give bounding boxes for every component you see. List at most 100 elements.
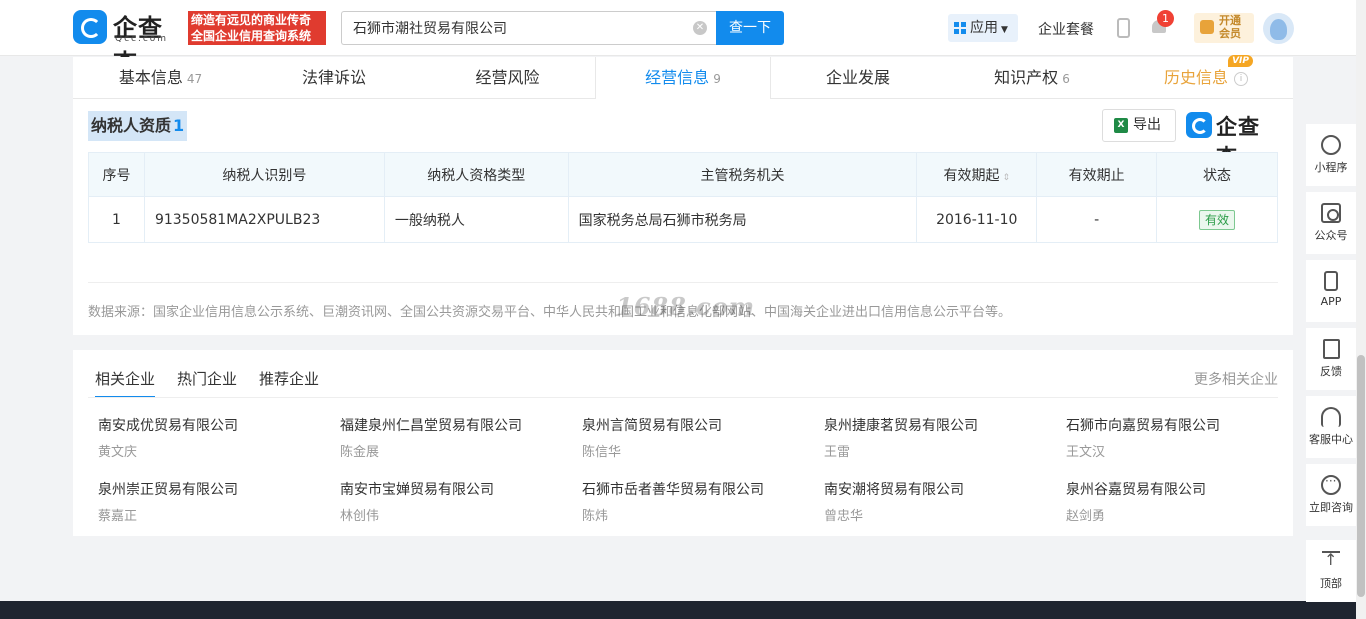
mini-program-button[interactable]: 小程序 (1306, 124, 1356, 186)
slogan-line2: 全国企业信用查询系统 (191, 29, 312, 43)
qcc-logo-icon (73, 10, 107, 44)
avatar[interactable] (1263, 13, 1294, 44)
tab-history[interactable]: VIP 历史信息 i (1119, 55, 1293, 99)
feedback-button[interactable]: 反馈 (1306, 328, 1356, 390)
cell-type: 一般纳税人 (383, 196, 569, 243)
tab-related[interactable]: 相关企业 (95, 368, 156, 398)
qcc-logo[interactable]: 企查查 Qcc.com (73, 10, 185, 77)
col-header: 纳税人识别号 (143, 152, 385, 197)
section-count: 1 (173, 116, 185, 135)
divider (88, 282, 1278, 283)
legal-person[interactable]: 陈炜 (582, 505, 812, 524)
company-item[interactable]: 石狮市向嘉贸易有限公司 王文汉 (1066, 415, 1296, 460)
cell-start-date: 2016-11-10 (916, 196, 1038, 243)
search-button[interactable]: 查一下 (716, 11, 784, 45)
company-name[interactable]: 石狮市岳者善华贸易有限公司 (582, 479, 812, 499)
feedback-icon (1322, 339, 1340, 359)
float-label: 反馈 (1320, 365, 1342, 378)
tab-legal[interactable]: 法律诉讼 (248, 57, 420, 99)
float-label: 小程序 (1314, 161, 1348, 174)
company-name[interactable]: 石狮市向嘉贸易有限公司 (1066, 415, 1296, 435)
grid-icon (954, 22, 966, 34)
cell-index: 1 (88, 196, 145, 243)
company-item[interactable]: 南安潮将贸易有限公司 曾忠华 (824, 479, 1054, 524)
company-item[interactable]: 泉州谷嘉贸易有限公司 赵剑勇 (1066, 479, 1296, 524)
export-button[interactable]: X 导出 (1102, 109, 1176, 142)
tab-ip[interactable]: 知识产权 6 (945, 57, 1119, 99)
company-name[interactable]: 福建泉州仁昌堂贸易有限公司 (340, 415, 570, 435)
company-name[interactable]: 南安潮将贸易有限公司 (824, 479, 1054, 499)
tab-hot[interactable]: 热门企业 (177, 368, 237, 389)
app-download-button[interactable]: APP (1306, 260, 1356, 322)
company-name[interactable]: 泉州言简贸易有限公司 (582, 415, 812, 435)
clear-icon[interactable]: ✕ (693, 21, 707, 35)
company-name[interactable]: 泉州谷嘉贸易有限公司 (1066, 479, 1296, 499)
legal-person[interactable]: 林创伟 (340, 505, 570, 524)
search-box: ✕ (341, 11, 716, 45)
tab-operation-info[interactable]: 经营信息 9 (595, 57, 771, 100)
enterprise-package-link[interactable]: 企业套餐 (1038, 19, 1094, 39)
sort-icon[interactable]: ⇕ (1002, 173, 1010, 183)
divider (88, 397, 1278, 398)
section-tabs: 基本信息 47 法律诉讼 经营风险 经营信息 9 企业发展 知识产权 6 VIP 历史… (73, 55, 1293, 100)
top-header: 企查查 Qcc.com 缔造有远见的商业传奇 全国企业信用查询系统 ✕ 查一下 … (0, 0, 1356, 77)
mobile-icon[interactable] (1117, 18, 1130, 38)
company-name[interactable]: 南安成优贸易有限公司 (98, 415, 328, 435)
company-item[interactable]: 福建泉州仁昌堂贸易有限公司 陈金展 (340, 415, 570, 460)
legal-person[interactable]: 黄文庆 (98, 441, 328, 460)
float-label: 客服中心 (1309, 433, 1353, 446)
legal-person[interactable]: 陈信华 (582, 441, 812, 460)
section-title: 纳税人资质 1 (88, 111, 188, 141)
col-header-sortable[interactable]: 有效期起 ⇕ (916, 152, 1038, 197)
company-item[interactable]: 南安市宝婵贸易有限公司 林创伟 (340, 479, 570, 524)
legal-person[interactable]: 赵剑勇 (1066, 505, 1296, 524)
consult-button[interactable]: 立即咨询 (1306, 464, 1356, 526)
back-to-top-button[interactable]: 顶部 (1306, 540, 1356, 602)
vip-line2: 会员 (1219, 27, 1241, 40)
company-item[interactable]: 泉州言简贸易有限公司 陈信华 (582, 415, 812, 460)
company-name[interactable]: 泉州捷康茗贸易有限公司 (824, 415, 1054, 435)
tab-label: 法律诉讼 (301, 68, 366, 87)
company-item[interactable]: 石狮市岳者善华贸易有限公司 陈炜 (582, 479, 812, 524)
cell-authority: 国家税务总局石狮市税务局 (567, 196, 918, 243)
tab-basic-info[interactable]: 基本信息 47 (73, 57, 248, 99)
app-menu-button[interactable]: 应用 ▼ (948, 14, 1018, 42)
float-label: 顶部 (1320, 577, 1342, 590)
tab-count: 9 (713, 72, 721, 86)
official-account-button[interactable]: 公众号 (1306, 192, 1356, 254)
float-label: 公众号 (1314, 229, 1348, 242)
legal-person[interactable]: 王雷 (824, 441, 1054, 460)
section-title-text: 纳税人资质 (91, 116, 172, 135)
watermark: 1688.com (616, 292, 756, 321)
legal-person[interactable]: 曾忠华 (824, 505, 1054, 524)
cell-tax-id: 91350581MA2XPULB23 (143, 196, 385, 243)
logo-sub: Qcc.com (115, 34, 169, 44)
more-related-link[interactable]: 更多相关企业 (1194, 369, 1278, 389)
col-header: 序号 (88, 152, 145, 197)
scan-icon (1321, 203, 1341, 223)
caret-down-icon: ▼ (1001, 25, 1008, 35)
open-vip-button[interactable]: 开通 会员 (1194, 13, 1254, 43)
legal-person[interactable]: 蔡嘉正 (98, 505, 328, 524)
legal-person[interactable]: 陈金展 (340, 441, 570, 460)
company-item[interactable]: 泉州捷康茗贸易有限公司 王雷 (824, 415, 1054, 460)
service-center-button[interactable]: 客服中心 (1306, 396, 1356, 458)
company-item[interactable]: 泉州崇正贸易有限公司 蔡嘉正 (98, 479, 328, 524)
tab-label: 知识产权 (994, 68, 1059, 87)
legal-person[interactable]: 王文汉 (1066, 441, 1296, 460)
company-name[interactable]: 南安市宝婵贸易有限公司 (340, 479, 570, 499)
slogan-banner: 缔造有远见的商业传奇 全国企业信用查询系统 (188, 11, 326, 45)
scrollbar-thumb[interactable] (1357, 355, 1365, 597)
tab-count: 6 (1062, 72, 1070, 86)
app-label: 应用 (970, 20, 998, 36)
search-input[interactable] (342, 12, 672, 44)
headset-icon (1321, 407, 1341, 427)
arrow-up-icon (1322, 551, 1340, 571)
tab-label: 企业发展 (825, 68, 890, 87)
vip-tag: VIP (1228, 55, 1253, 67)
tab-risk[interactable]: 经营风险 (420, 57, 595, 99)
company-name[interactable]: 泉州崇正贸易有限公司 (98, 479, 328, 499)
tab-development[interactable]: 企业发展 (771, 57, 945, 99)
tab-recommended[interactable]: 推荐企业 (259, 368, 319, 389)
company-item[interactable]: 南安成优贸易有限公司 黄文庆 (98, 415, 328, 460)
